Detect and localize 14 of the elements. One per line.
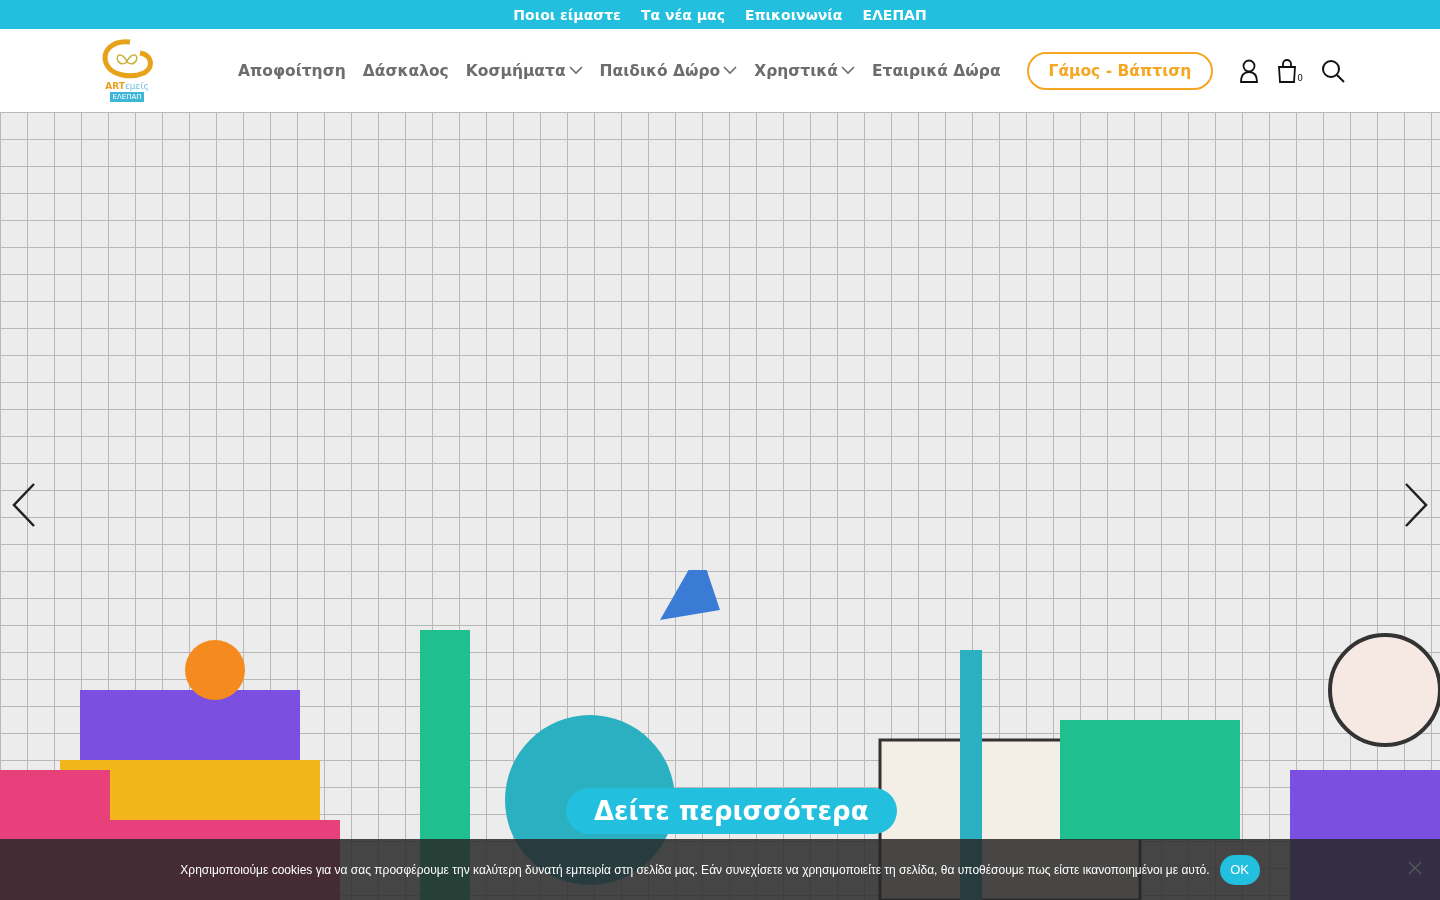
nav-link[interactable]: Κοσμήματα [465,61,583,80]
search-icon[interactable] [1321,58,1346,83]
chevron-down-icon [723,66,738,75]
nav-link[interactable]: Εταιρικά Δώρα [871,61,1001,80]
chevron-down-icon [840,66,855,75]
cookie-text: Χρησιμοποιούμε cookies για να σας προσφέρουμε την καλύτερη δυνατή εμπειρία στη σελίδα μας. Εάν συνεχίσετε να χρησιμοποιείτε τη σελίδα, θα υποθέσουμε πως είστε ικανοποιημένοι με αυτό. [180,862,1210,877]
account-icon[interactable] [1239,58,1260,83]
nav-link[interactable]: Παιδικό Δώρο [599,61,738,80]
nav-link[interactable]: Χρηστικά [754,61,855,80]
logo-text: ARTεμείς [105,81,149,92]
cart-button[interactable]: 0 [1277,58,1304,83]
chevron-down-icon [568,66,583,75]
nav-link[interactable]: Δάσκαλος [362,61,449,80]
nav-link[interactable]: Αποφοίτηση [238,61,346,80]
